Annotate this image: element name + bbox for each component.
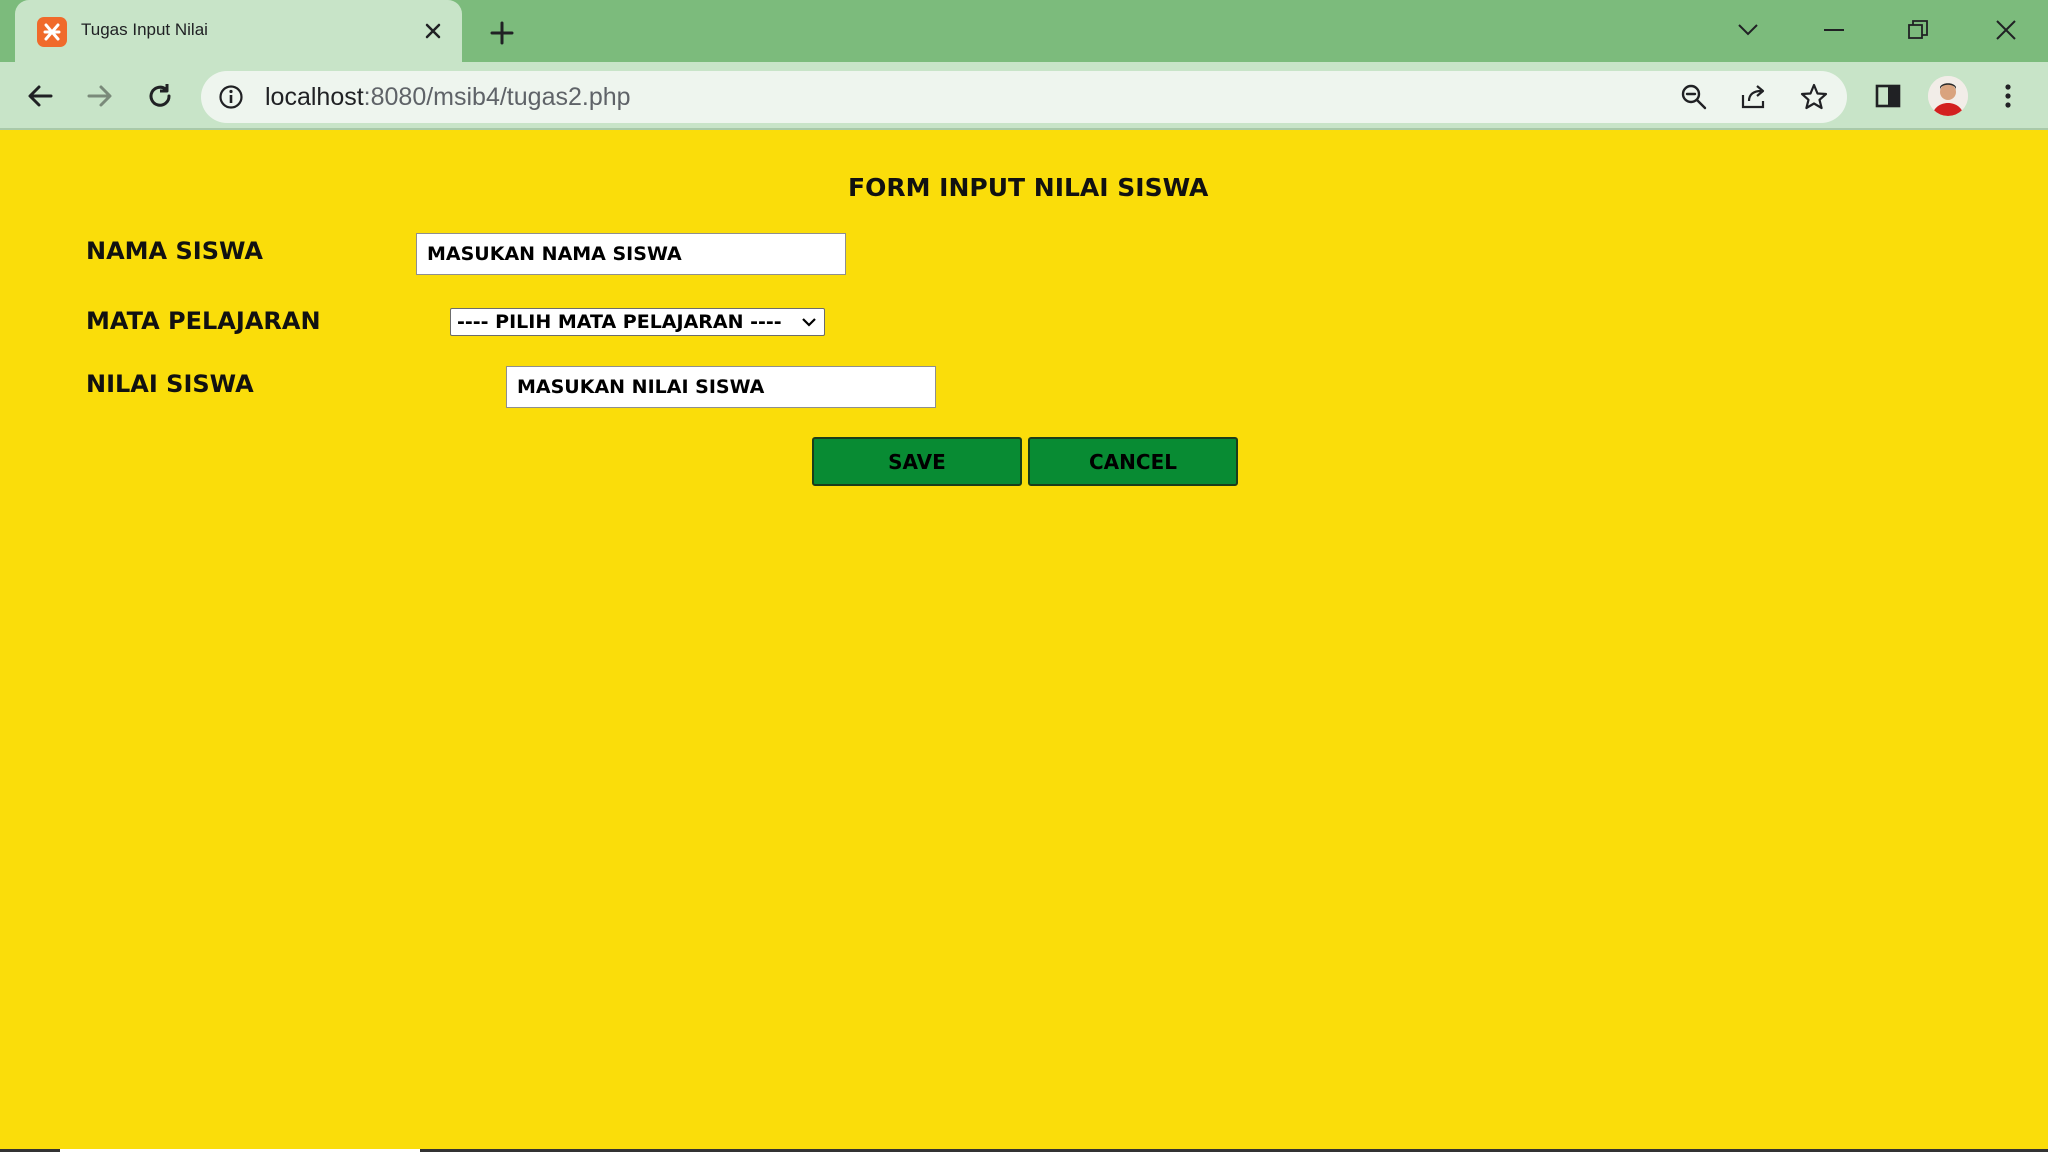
restore-icon[interactable]	[1896, 12, 1940, 48]
mata-pelajaran-select[interactable]: ---- PILIH MATA PELAJARAN ----	[450, 308, 825, 336]
browser-tab[interactable]: Tugas Input Nilai	[15, 0, 462, 62]
browser-toolbar: localhost:8080/msib4/tugas2.php	[0, 62, 2048, 130]
xampp-favicon-icon	[37, 17, 67, 47]
chevron-down-icon	[802, 318, 816, 327]
tab-search-chevron-icon[interactable]	[1726, 12, 1770, 48]
nama-siswa-label: NAMA SISWA	[86, 237, 263, 265]
url-host: localhost	[265, 83, 364, 111]
url-path: :8080/msib4/tugas2.php	[363, 83, 631, 111]
mata-pelajaran-selected-value: ---- PILIH MATA PELAJARAN ----	[457, 311, 782, 333]
menu-kebab-icon[interactable]	[1988, 76, 2028, 116]
side-panel-icon[interactable]	[1868, 76, 1908, 116]
save-button[interactable]: SAVE	[812, 437, 1022, 486]
bookmark-star-icon[interactable]	[1795, 79, 1833, 115]
url-text: localhost:8080/msib4/tugas2.php	[265, 83, 631, 112]
nilai-siswa-input[interactable]	[506, 366, 936, 408]
minimize-icon[interactable]	[1812, 12, 1856, 48]
tab-title: Tugas Input Nilai	[81, 20, 208, 39]
back-arrow-icon[interactable]	[20, 76, 60, 116]
tab-close-icon[interactable]	[419, 17, 447, 45]
profile-avatar[interactable]	[1928, 76, 1968, 116]
nama-siswa-input[interactable]	[416, 233, 846, 275]
close-window-icon[interactable]	[1984, 12, 2028, 48]
cancel-button[interactable]: CANCEL	[1028, 437, 1238, 486]
zoom-out-icon[interactable]	[1675, 79, 1713, 115]
nilai-siswa-label: NILAI SISWA	[86, 370, 254, 398]
reload-icon[interactable]	[140, 76, 180, 116]
share-icon[interactable]	[1735, 79, 1773, 115]
mata-pelajaran-label: MATA PELAJARAN	[86, 307, 321, 335]
forward-arrow-icon[interactable]	[80, 76, 120, 116]
form-title: FORM INPUT NILAI SISWA	[848, 173, 1209, 202]
site-info-icon[interactable]	[217, 83, 245, 111]
tab-strip: Tugas Input Nilai	[0, 0, 2048, 62]
address-bar[interactable]: localhost:8080/msib4/tugas2.php	[201, 71, 1847, 123]
new-tab-icon[interactable]	[484, 15, 520, 51]
